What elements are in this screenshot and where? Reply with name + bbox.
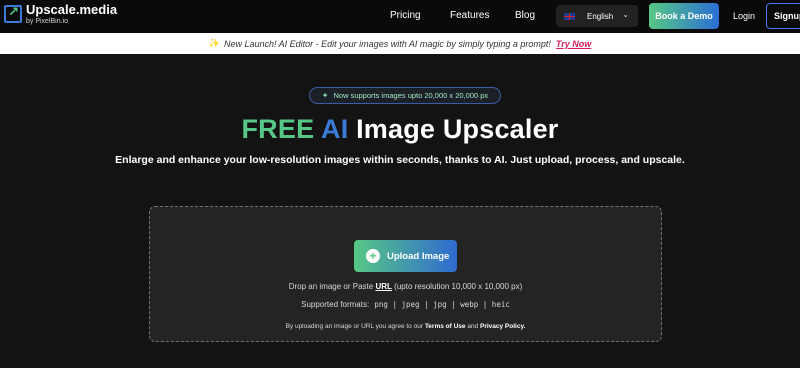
upload-dropzone[interactable]: + Upload Image Drop an image or Paste UR…	[149, 206, 662, 342]
login-link[interactable]: Login	[733, 11, 755, 21]
plus-icon: +	[366, 249, 380, 263]
title-free: FREE	[241, 114, 315, 144]
language-select[interactable]: English ⌄	[556, 5, 638, 27]
announcement-text: New Launch! AI Editor - Edit your images…	[223, 38, 551, 49]
terms-notice: By uploading an image or URL you agree t…	[285, 323, 526, 330]
try-now-link[interactable]: Try Now	[556, 39, 591, 49]
logo-name: Upscale.media	[26, 2, 118, 17]
paste-url-link[interactable]: URL	[375, 282, 391, 291]
uk-flag-icon	[564, 12, 575, 20]
page-title: FREE AI Image Upscaler	[0, 114, 800, 145]
chevron-down-icon: ⌄	[622, 10, 629, 19]
logo-byline: by PixelBin.io	[26, 18, 69, 25]
sparkle-icon: ✦	[321, 91, 329, 100]
terms-of-use-link[interactable]: Terms of Use	[425, 323, 466, 330]
sparkle-icon: ✨	[208, 38, 220, 48]
title-rest: Image Upscaler	[356, 114, 559, 144]
signup-button[interactable]: Signup	[766, 3, 800, 29]
nav-link-blog[interactable]: Blog	[515, 10, 535, 21]
book-demo-button[interactable]: Book a Demo	[649, 3, 719, 29]
upload-button-label: Upload Image	[387, 250, 450, 262]
privacy-policy-link[interactable]: Privacy Policy.	[480, 323, 525, 330]
page-subtitle: Enlarge and enhance your low-resolution …	[115, 154, 685, 166]
title-ai: AI	[321, 114, 349, 144]
resolution-badge-text: Now supports images upto 20,000 x 20,000…	[333, 91, 489, 100]
resolution-badge: ✦ Now supports images upto 20,000 x 20,0…	[309, 87, 501, 104]
nav-link-features[interactable]: Features	[450, 10, 489, 21]
announcement-bar: ✨ New Launch! AI Editor - Edit your imag…	[0, 33, 800, 54]
nav-link-pricing[interactable]: Pricing	[390, 10, 421, 21]
logo[interactable]: ↗ Upscale.media by PixelBin.io	[4, 3, 117, 25]
drop-instructions: Drop an image or Paste URL (upto resolut…	[288, 282, 523, 291]
navbar: ↗ Upscale.media by PixelBin.io Pricing F…	[0, 0, 800, 33]
supported-formats: Supported formats: png | jpeg | jpg | we…	[301, 300, 510, 309]
logo-arrow-icon: ↗	[4, 5, 22, 23]
upload-image-button[interactable]: + Upload Image	[354, 240, 457, 272]
formats-list: png | jpeg | jpg | webp | heic	[374, 300, 510, 309]
language-label: English	[587, 11, 614, 21]
